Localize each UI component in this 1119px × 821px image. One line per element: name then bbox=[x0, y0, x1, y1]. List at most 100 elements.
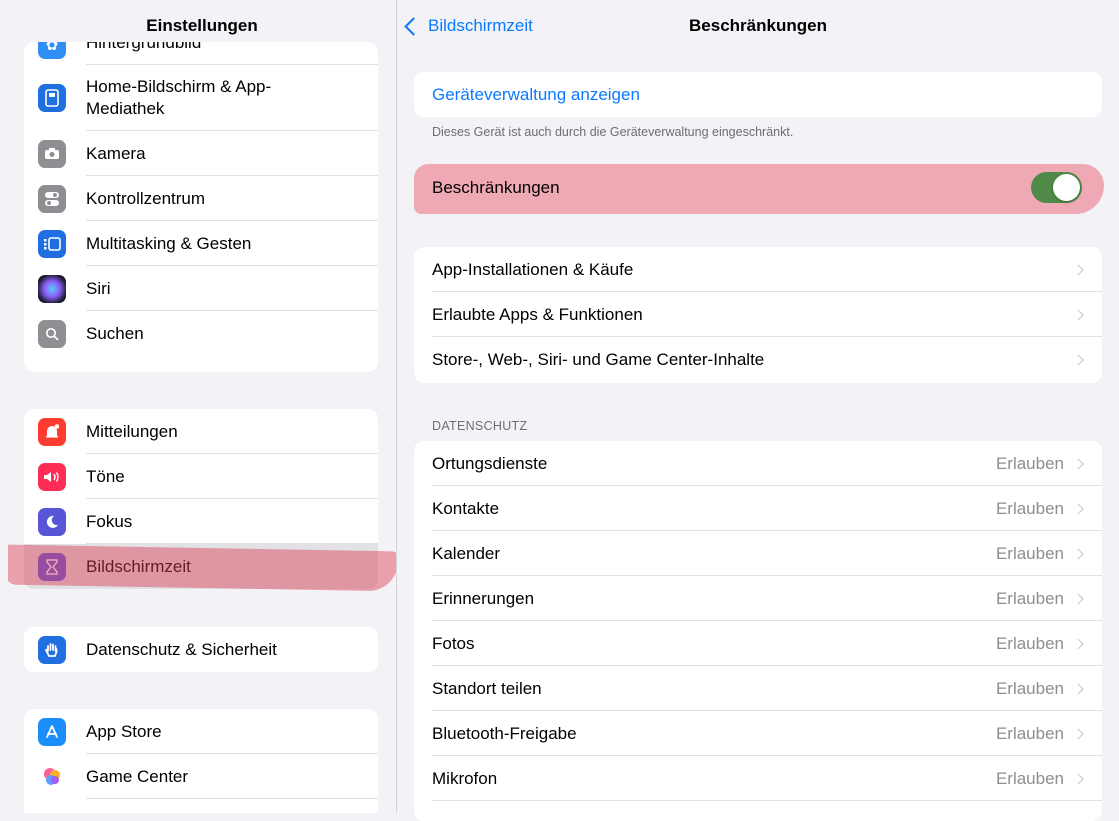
sidebar-item-search[interactable]: Suchen bbox=[24, 311, 378, 356]
privacy-row-microphone[interactable]: Mikrofon Erlauben bbox=[414, 756, 1102, 801]
row-label: Erinnerungen bbox=[432, 588, 535, 608]
sidebar-item-notifications[interactable]: Mitteilungen bbox=[24, 409, 378, 454]
privacy-row-reminders[interactable]: Erinnerungen Erlauben bbox=[414, 576, 1102, 621]
nav-row-store-content[interactable]: Store-, Web-, Siri- und Game Center-Inha… bbox=[414, 337, 1102, 382]
hand-icon bbox=[38, 635, 66, 664]
moon-icon bbox=[38, 507, 66, 536]
restrictions-toggle[interactable] bbox=[1031, 172, 1082, 203]
row-value: Erlauben bbox=[995, 633, 1064, 653]
row-label: Fotos bbox=[432, 633, 475, 653]
flower-icon: ✿ bbox=[38, 42, 66, 59]
siri-icon bbox=[38, 274, 66, 303]
chevron-right-icon bbox=[1072, 637, 1084, 650]
device-management-note: Dieses Gerät ist auch durch die Geräteve… bbox=[432, 125, 794, 139]
chevron-right-icon bbox=[1072, 353, 1084, 366]
sidebar-item-siri[interactable]: Siri bbox=[24, 266, 378, 311]
privacy-row-share-location[interactable]: Standort teilen Erlauben bbox=[414, 666, 1102, 711]
app-store-icon bbox=[38, 717, 66, 746]
device-management-card: Geräteverwaltung anzeigen bbox=[414, 72, 1102, 117]
sidebar-item-sounds[interactable]: Töne bbox=[24, 454, 378, 499]
row-label: Standort teilen bbox=[432, 678, 542, 698]
sidebar-item-label: Mitteilungen bbox=[86, 421, 178, 441]
sidebar-item-label: Töne bbox=[86, 466, 125, 486]
sidebar-title: Einstellungen bbox=[146, 16, 258, 35]
row-label: Kalender bbox=[432, 543, 501, 563]
device-management-link[interactable]: Geräteverwaltung anzeigen bbox=[414, 72, 1102, 117]
sidebar-item-label: Kamera bbox=[86, 143, 146, 163]
speaker-icon bbox=[38, 462, 66, 491]
settings-sidebar: Einstellungen ✿ Hintergrundbild Home-Bil… bbox=[8, 0, 396, 813]
game-center-icon bbox=[38, 762, 66, 791]
content-restrictions-card: App-Installationen & Käufe Erlaubte Apps… bbox=[414, 247, 1102, 383]
sidebar-item-label: Game Center bbox=[86, 766, 189, 786]
row-label: Mikrofon bbox=[432, 768, 498, 788]
toggle-knob bbox=[1053, 174, 1080, 201]
row-label: Erlaubte Apps & Funktionen bbox=[432, 304, 643, 324]
sidebar-item-control-center[interactable]: Kontrollzentrum bbox=[24, 176, 378, 221]
chevron-right-icon bbox=[1072, 308, 1084, 321]
privacy-row-calendar[interactable]: Kalender Erlauben bbox=[414, 531, 1102, 576]
sidebar-item-label: Multitasking & Gesten bbox=[86, 233, 252, 253]
sidebar-item-label: Kontrollzentrum bbox=[86, 188, 206, 208]
restrictions-label: Beschränkungen bbox=[432, 177, 560, 197]
chevron-right-icon bbox=[1072, 263, 1084, 276]
privacy-card: Ortungsdienste Erlauben Kontakte Erlaube… bbox=[414, 441, 1102, 821]
sidebar-group-display: ✿ Hintergrundbild Home-Bildschirm & App-… bbox=[24, 42, 378, 372]
notifications-icon bbox=[38, 417, 66, 446]
row-label: Kontakte bbox=[432, 498, 500, 518]
row-value: Erlauben bbox=[995, 768, 1064, 788]
row-value: Erlauben bbox=[995, 588, 1064, 608]
sidebar-item-multitasking[interactable]: Multitasking & Gesten bbox=[24, 221, 378, 266]
toggles-icon bbox=[38, 184, 66, 213]
sidebar-item-label: Suchen bbox=[86, 323, 144, 343]
chevron-right-icon bbox=[1072, 502, 1084, 515]
privacy-row-bluetooth[interactable]: Bluetooth-Freigabe Erlauben bbox=[414, 711, 1102, 756]
sidebar-item-game-center[interactable]: Game Center bbox=[24, 754, 378, 799]
row-label: App-Installationen & Käufe bbox=[432, 259, 634, 279]
page-title: Beschränkungen bbox=[689, 16, 827, 35]
sidebar-group-privacy: Datenschutz & Sicherheit bbox=[24, 627, 378, 672]
chevron-right-icon bbox=[1072, 772, 1084, 785]
restrictions-card: Beschränkungen bbox=[414, 165, 1102, 210]
row-value: Erlauben bbox=[995, 678, 1064, 698]
sidebar-item-app-store[interactable]: App Store bbox=[24, 709, 378, 754]
detail-pane: Bildschirmzeit Beschränkungen Geräteverw… bbox=[397, 0, 1119, 821]
row-label: Bluetooth-Freigabe bbox=[432, 723, 577, 743]
chevron-right-icon bbox=[1072, 682, 1084, 695]
privacy-row-photos[interactable]: Fotos Erlauben bbox=[414, 621, 1102, 666]
row-label: Store-, Web-, Siri- und Game Center-Inha… bbox=[432, 349, 765, 369]
sidebar-item-label: Datenschutz & Sicherheit bbox=[86, 639, 277, 659]
sidebar-item-label: Fokus bbox=[86, 511, 133, 531]
sidebar-item-label: App Store bbox=[86, 721, 162, 741]
nav-row-allowed-apps[interactable]: Erlaubte Apps & Funktionen bbox=[414, 292, 1102, 337]
row-value: Erlauben bbox=[995, 453, 1064, 473]
sidebar-group-apps: App Store Game Center bbox=[24, 709, 378, 813]
nav-row-app-installs[interactable]: App-Installationen & Käufe bbox=[414, 247, 1102, 292]
sidebar-item-wallpaper[interactable]: ✿ Hintergrundbild bbox=[24, 42, 378, 65]
chevron-right-icon bbox=[1072, 547, 1084, 560]
chevron-right-icon bbox=[1072, 727, 1084, 740]
sidebar-item-label: Hintergrundbild bbox=[86, 42, 202, 52]
sidebar-item-label: Home-Bildschirm & App- Mediathek bbox=[86, 77, 272, 118]
privacy-row-contacts[interactable]: Kontakte Erlauben bbox=[414, 486, 1102, 531]
search-icon bbox=[38, 319, 66, 348]
sidebar-item-focus[interactable]: Fokus bbox=[24, 499, 378, 544]
sidebar-item-home-screen[interactable]: Home-Bildschirm & App- Mediathek bbox=[24, 65, 378, 131]
camera-icon bbox=[38, 139, 66, 168]
chevron-right-icon bbox=[1072, 457, 1084, 470]
restrictions-row: Beschränkungen bbox=[414, 165, 1102, 210]
chevron-right-icon bbox=[1072, 592, 1084, 605]
multitasking-icon bbox=[38, 229, 66, 258]
row-label: Ortungsdienste bbox=[432, 453, 548, 473]
row-value: Erlauben bbox=[995, 723, 1064, 743]
sidebar-item-label: Siri bbox=[86, 278, 111, 298]
row-value: Erlauben bbox=[995, 498, 1064, 518]
detail-nav-bar: Bildschirmzeit Beschränkungen bbox=[397, 0, 1119, 52]
section-header-privacy: DATENSCHUTZ bbox=[432, 419, 528, 433]
sidebar-item-camera[interactable]: Kamera bbox=[24, 131, 378, 176]
sidebar-item-privacy[interactable]: Datenschutz & Sicherheit bbox=[24, 627, 378, 672]
privacy-row-location[interactable]: Ortungsdienste Erlauben bbox=[414, 441, 1102, 486]
home-screen-icon bbox=[38, 84, 66, 112]
device-management-link-label: Geräteverwaltung anzeigen bbox=[432, 84, 640, 104]
highlight-marker-screen-time bbox=[8, 544, 396, 592]
